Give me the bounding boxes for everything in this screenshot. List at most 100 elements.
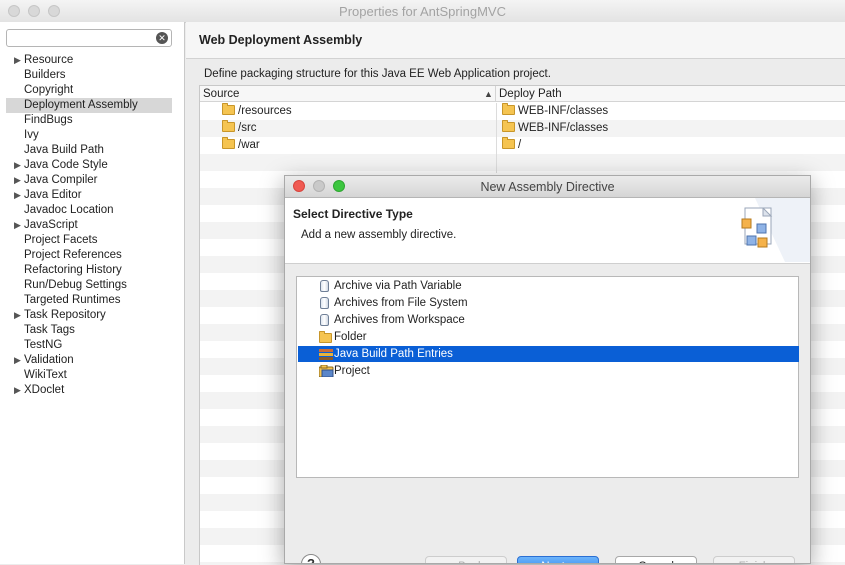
sidebar-item-task-tags[interactable]: Task Tags <box>6 323 172 338</box>
sidebar-item-testng[interactable]: TestNG <box>6 338 172 353</box>
expand-arrow-icon[interactable]: ▶ <box>14 218 21 233</box>
sidebar-item-copyright[interactable]: Copyright <box>6 83 172 98</box>
directive-item-archives-from-file-system[interactable]: Archives from File System <box>298 295 799 311</box>
directive-label: Archives from File System <box>334 297 468 309</box>
cancel-button[interactable]: Cancel <box>615 556 697 563</box>
table-row-deploy-path[interactable]: WEB-INF/classes <box>502 120 608 137</box>
sort-ascending-icon: ▲ <box>484 89 493 99</box>
table-row-source[interactable]: /resources <box>222 103 292 120</box>
sidebar-item-javadoc-location[interactable]: Javadoc Location <box>6 203 172 218</box>
table-row-deploy-path[interactable]: / <box>502 137 521 154</box>
directive-label: Archive via Path Variable <box>334 280 462 292</box>
sidebar-item-label: TestNG <box>24 339 63 351</box>
sidebar-item-label: Task Repository <box>24 309 106 321</box>
expand-arrow-icon[interactable]: ▶ <box>14 308 21 323</box>
clear-filter-icon[interactable]: ✕ <box>156 32 168 44</box>
source-path: /src <box>238 122 257 134</box>
sidebar-item-label: WikiText <box>24 369 67 381</box>
sidebar-item-label: Validation <box>24 354 74 366</box>
sidebar-item-validation[interactable]: ▶ Validation <box>6 353 172 368</box>
library-icon <box>319 348 333 360</box>
table-row-source[interactable]: /war <box>222 137 260 154</box>
sidebar-item-label: Javadoc Location <box>24 204 114 216</box>
column-divider <box>496 103 497 173</box>
folder-icon <box>319 331 332 343</box>
expand-arrow-icon[interactable]: ▶ <box>14 158 21 173</box>
folder-icon <box>502 137 515 149</box>
column-header-deploy-path[interactable]: Deploy Path <box>496 86 845 102</box>
sidebar-item-deployment-assembly[interactable]: Deployment Assembly <box>6 98 172 113</box>
expand-arrow-icon[interactable]: ▶ <box>14 353 21 368</box>
dialog-heading: Select Directive Type <box>293 207 413 221</box>
sidebar-item-wikitext[interactable]: WikiText <box>6 368 172 383</box>
sidebar-item-label: Ivy <box>24 129 39 141</box>
sidebar-item-label: Deployment Assembly <box>24 99 138 111</box>
sidebar-item-findbugs[interactable]: FindBugs <box>6 113 172 128</box>
source-path: /resources <box>238 105 292 117</box>
sidebar-item-javascript[interactable]: ▶ JavaScript <box>6 218 172 233</box>
filter-input[interactable] <box>11 31 151 45</box>
jar-icon <box>320 297 329 309</box>
filter-field[interactable]: ✕ <box>6 29 172 47</box>
sidebar-item-label: Java Editor <box>24 189 82 201</box>
sidebar-item-label: Java Code Style <box>24 159 108 171</box>
dialog-titlebar: New Assembly Directive <box>285 176 810 198</box>
directive-item-archive-via-path-variable[interactable]: Archive via Path Variable <box>298 278 799 294</box>
sidebar-item-project-facets[interactable]: Project Facets <box>6 233 172 248</box>
dialog-subtitle: Add a new assembly directive. <box>301 229 457 241</box>
help-button[interactable]: ? <box>301 554 321 563</box>
sidebar-item-run-debug-settings[interactable]: Run/Debug Settings <box>6 278 172 293</box>
sidebar-item-label: Project References <box>24 249 122 261</box>
sidebar-item-label: FindBugs <box>24 114 73 126</box>
folder-icon <box>502 120 515 132</box>
sidebar-item-targeted-runtimes[interactable]: Targeted Runtimes <box>6 293 172 308</box>
wizard-banner-icon <box>741 198 810 262</box>
deploy-path: WEB-INF/classes <box>518 122 609 134</box>
back-button[interactable]: < Back <box>425 556 507 563</box>
sidebar-item-builders[interactable]: Builders <box>6 68 172 83</box>
jar-icon <box>320 314 329 326</box>
directive-item-java-build-path-entries[interactable]: Java Build Path Entries <box>298 346 799 362</box>
dialog-title: New Assembly Directive <box>480 180 615 194</box>
jar-icon <box>320 280 329 292</box>
sidebar-item-java-compiler[interactable]: ▶ Java Compiler <box>6 173 172 188</box>
window-titlebar: Properties for AntSpringMVC <box>0 0 845 23</box>
expand-arrow-icon[interactable]: ▶ <box>14 53 21 68</box>
directive-item-project[interactable]: Project <box>298 363 799 379</box>
column-label: Source <box>203 88 240 100</box>
sidebar-item-refactoring-history[interactable]: Refactoring History <box>6 263 172 278</box>
sidebar-item-task-repository[interactable]: ▶ Task Repository <box>6 308 172 323</box>
sidebar-item-label: Task Tags <box>24 324 75 336</box>
table-row-source[interactable]: /src <box>222 120 257 137</box>
table-row-deploy-path[interactable]: WEB-INF/classes <box>502 103 608 120</box>
sidebar-item-xdoclet[interactable]: ▶ XDoclet <box>6 383 172 398</box>
folder-icon <box>222 120 235 132</box>
sidebar-item-java-build-path[interactable]: Java Build Path <box>6 143 172 158</box>
expand-arrow-icon[interactable]: ▶ <box>14 188 21 203</box>
sidebar-item-java-code-style[interactable]: ▶ Java Code Style <box>6 158 172 173</box>
sidebar-item-ivy[interactable]: Ivy <box>6 128 172 143</box>
column-header-source[interactable]: Source ▲ <box>200 86 496 102</box>
directive-label: Project <box>334 365 370 377</box>
folder-icon <box>502 103 515 115</box>
sidebar-item-label: XDoclet <box>24 384 65 396</box>
sidebar-item-java-editor[interactable]: ▶ Java Editor <box>6 188 172 203</box>
finish-button[interactable]: Finish <box>713 556 795 563</box>
next-button[interactable]: Next > <box>517 556 599 563</box>
sidebar-item-resource[interactable]: ▶ Resource <box>6 53 172 68</box>
folder-icon <box>222 137 235 149</box>
directive-label: Java Build Path Entries <box>334 348 453 360</box>
directive-label: Folder <box>334 331 367 343</box>
sidebar-item-project-references[interactable]: Project References <box>6 248 172 263</box>
table-stripe <box>200 137 845 154</box>
sidebar-item-label: Resource <box>24 54 74 66</box>
sidebar-item-label: Project Facets <box>24 234 98 246</box>
expand-arrow-icon[interactable]: ▶ <box>14 173 21 188</box>
directive-type-list: Archive via Path Variable Archives from F… <box>296 276 799 478</box>
directive-item-archives-from-workspace[interactable]: Archives from Workspace <box>298 312 799 328</box>
expand-arrow-icon[interactable]: ▶ <box>14 383 21 398</box>
directive-item-folder[interactable]: Folder <box>298 329 799 345</box>
table-stripe <box>200 154 845 171</box>
page-description: Define packaging structure for this Java… <box>204 68 551 80</box>
sidebar-item-label: Targeted Runtimes <box>24 294 121 306</box>
